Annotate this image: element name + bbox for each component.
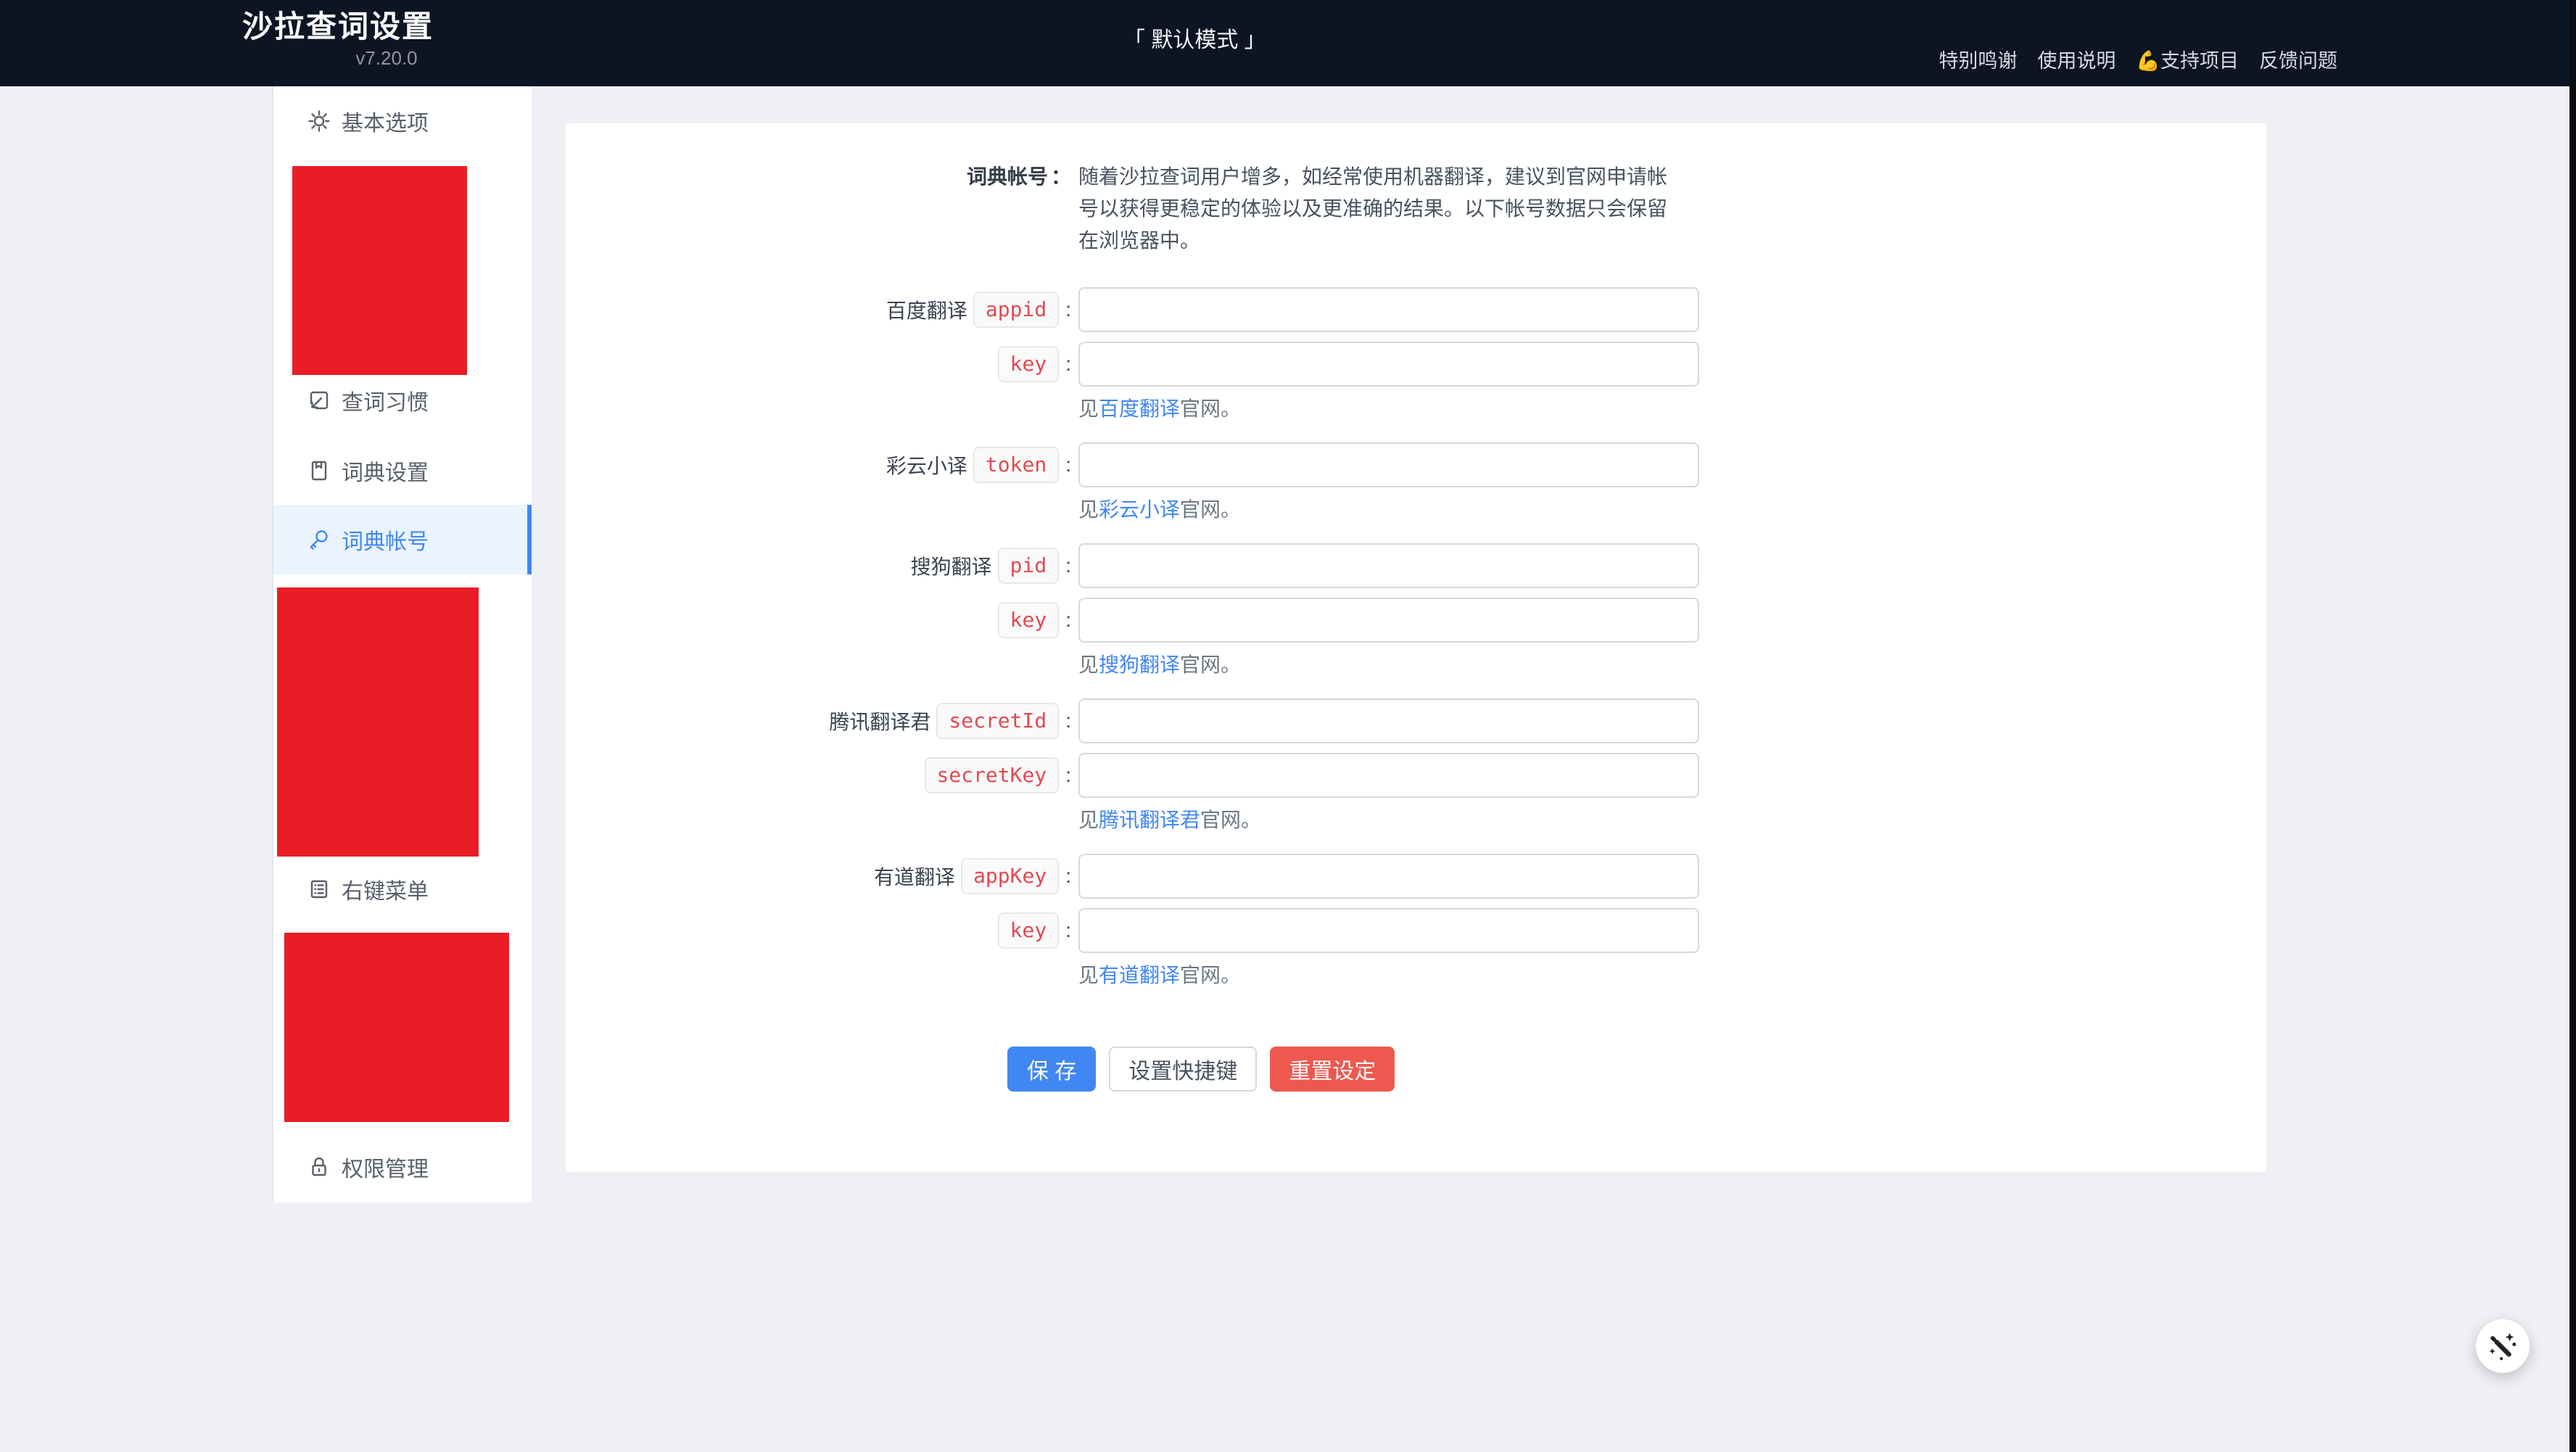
sidebar-item-search-habits[interactable]: 查词习惯 (273, 366, 532, 435)
baidu-site-link[interactable]: 百度翻译 (1099, 397, 1180, 420)
form-row: 有道翻译 appKey : (566, 854, 2266, 899)
param-chip: pid (998, 548, 1060, 585)
magic-wand-icon (2486, 1329, 2519, 1363)
param-chip: token (973, 447, 1059, 484)
sogou-pid-input[interactable] (1078, 543, 1699, 588)
tencent-secretid-input[interactable] (1078, 698, 1699, 743)
form-row: key : (566, 342, 2266, 387)
help-text: 见彩云小译官网。 (1078, 497, 2266, 523)
form-row: 百度翻译 appid : (566, 287, 2266, 332)
param-chip: key (998, 912, 1060, 949)
header-title-block: 沙拉查词设置 v7.20.0 (242, 9, 531, 70)
support-project-link[interactable]: 💪支持项目 (2136, 49, 2239, 73)
sogou-key-input[interactable] (1078, 598, 1699, 643)
form-row: 腾讯翻译君 secretId : (566, 698, 2266, 743)
settings-sidebar: 基本选项 查词习惯 词典设置 词典帐号 (272, 86, 532, 1203)
window-edge-strip (2569, 0, 2576, 1452)
text-select-icon (307, 388, 331, 413)
intro-row: 词典帐号： 随着沙拉查词用户增多，如经常使用机器翻译，建议到官网申请帐号以获得更… (566, 161, 2266, 257)
youdao-key-input[interactable] (1078, 908, 1699, 953)
sidebar-item-context-menu[interactable]: 右键菜单 (273, 854, 532, 924)
sogou-site-link[interactable]: 搜狗翻译 (1099, 653, 1180, 676)
param-chip: appKey (961, 858, 1059, 895)
app-version: v7.20.0 (242, 46, 531, 70)
caiyun-token-input[interactable] (1078, 442, 1699, 487)
param-chip: secretKey (925, 757, 1060, 794)
form-actions: 保 存 设置快捷键 重置设定 (1007, 1047, 2266, 1092)
gear-icon (307, 109, 331, 133)
sidebar-item-label: 权限管理 (342, 1151, 429, 1183)
sidebar-item-label: 查词习惯 (342, 384, 429, 416)
service-label: 腾讯翻译君 (829, 706, 930, 735)
help-text: 见搜狗翻译官网。 (1078, 652, 2266, 678)
sidebar-item-label: 基本选项 (342, 105, 429, 137)
service-label: 彩云小译 (886, 450, 967, 479)
form-row: key : (566, 598, 2266, 643)
caiyun-site-link[interactable]: 彩云小译 (1099, 498, 1180, 521)
quick-search-fab[interactable] (2476, 1319, 2530, 1373)
save-button[interactable]: 保 存 (1007, 1047, 1096, 1092)
ad-image-placeholder[interactable] (284, 933, 509, 1122)
sidebar-item-label: 词典设置 (342, 455, 429, 487)
service-label: 搜狗翻译 (911, 551, 992, 580)
help-text: 见百度翻译官网。 (1078, 396, 2266, 422)
key-icon (307, 527, 331, 552)
service-label: 有道翻译 (874, 862, 955, 891)
param-chip: appid (973, 292, 1059, 329)
tencent-site-link[interactable]: 腾讯翻译君 (1099, 809, 1200, 831)
lock-icon (307, 1155, 331, 1179)
param-chip: key (998, 602, 1060, 639)
service-label: 百度翻译 (886, 295, 967, 324)
sidebar-item-dict-accounts[interactable]: 词典帐号 (273, 505, 532, 574)
credits-link[interactable]: 特别鸣谢 (1939, 49, 2017, 73)
menu-list-icon (307, 877, 331, 902)
sidebar-item-label: 词典帐号 (342, 524, 429, 556)
baidu-key-input[interactable] (1078, 342, 1699, 387)
sidebar-item-label: 右键菜单 (342, 873, 429, 905)
form-row: key : (566, 908, 2266, 953)
sidebar-item-privileges[interactable]: 权限管理 (273, 1132, 532, 1202)
form-row: 搜狗翻译 pid : (566, 543, 2266, 588)
app-title: 沙拉查词设置 (242, 9, 531, 45)
header-links: 特别鸣谢 使用说明 💪支持项目 反馈问题 (1939, 49, 2337, 73)
manual-link[interactable]: 使用说明 (2037, 49, 2115, 73)
book-icon (307, 458, 331, 483)
feedback-link[interactable]: 反馈问题 (2259, 49, 2337, 73)
profile-mode-selector[interactable]: 「 默认模式 」 (1123, 29, 1266, 52)
help-text: 见腾讯翻译君官网。 (1078, 807, 2266, 833)
dict-accounts-panel: 词典帐号： 随着沙拉查词用户增多，如经常使用机器翻译，建议到官网申请帐号以获得更… (566, 123, 2266, 1172)
app-header: 沙拉查词设置 v7.20.0 「 默认模式 」 特别鸣谢 使用说明 💪支持项目 … (0, 0, 2576, 86)
form-row: 彩云小译 token : (566, 442, 2266, 487)
ad-image-placeholder[interactable] (277, 587, 479, 857)
sidebar-item-dict-settings[interactable]: 词典设置 (273, 436, 532, 506)
section-label: 词典帐号 (967, 161, 1048, 193)
section-description: 随着沙拉查词用户增多，如经常使用机器翻译，建议到官网申请帐号以获得更稳定的体验以… (1078, 161, 1682, 257)
param-chip: secretId (936, 703, 1059, 740)
help-text: 见有道翻译官网。 (1078, 962, 2266, 989)
reset-settings-button[interactable]: 重置设定 (1270, 1047, 1395, 1092)
form-row: secretKey : (566, 753, 2266, 798)
tencent-secretkey-input[interactable] (1078, 753, 1699, 798)
ad-image-placeholder[interactable] (292, 166, 467, 375)
baidu-appid-input[interactable] (1078, 287, 1699, 332)
youdao-site-link[interactable]: 有道翻译 (1099, 964, 1180, 986)
sidebar-item-basic-options[interactable]: 基本选项 (273, 86, 532, 156)
param-chip: key (998, 346, 1060, 383)
set-shortcuts-button[interactable]: 设置快捷键 (1109, 1047, 1257, 1092)
youdao-appkey-input[interactable] (1078, 854, 1699, 899)
